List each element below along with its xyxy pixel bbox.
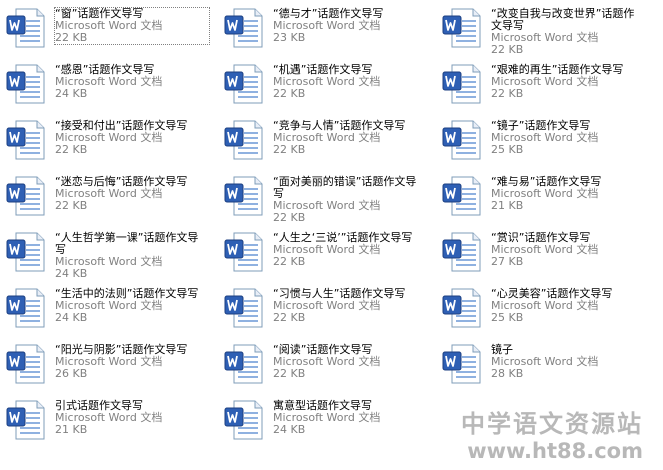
site-watermark: 中学语文资源站 www.ht88.com: [461, 410, 643, 462]
file-text: 寓意型话题作文导写 Microsoft Word 文档 24 KB: [273, 400, 427, 436]
file-text: “心灵美容”话题作文导写 Microsoft Word 文档 25 KB: [491, 288, 645, 324]
word-document-icon: [4, 230, 48, 274]
file-text: “人生哲学第一课”话题作文导写 Microsoft Word 文档 24 KB: [55, 232, 209, 280]
word-document-icon: [4, 174, 48, 218]
file-size: 21 KB: [491, 199, 524, 212]
file-size: 22 KB: [273, 367, 306, 380]
word-document-icon: [440, 62, 484, 106]
file-item[interactable]: “人生哲学第一课”话题作文导写 Microsoft Word 文档 24 KB: [0, 226, 212, 280]
file-item[interactable]: “人生之‘三说’”话题作文导写 Microsoft Word 文档 22 KB: [218, 226, 430, 276]
word-document-icon: [4, 286, 48, 330]
file-size: 23 KB: [273, 31, 306, 44]
word-document-icon: [222, 118, 266, 162]
file-size: 22 KB: [273, 311, 306, 324]
file-size: 28 KB: [491, 367, 524, 380]
file-size: 24 KB: [273, 423, 306, 436]
file-text: “阳光与阴影”话题作文导写 Microsoft Word 文档 26 KB: [55, 344, 209, 380]
word-document-icon: [222, 342, 266, 386]
word-document-icon: [222, 398, 266, 442]
word-document-icon: [222, 62, 266, 106]
file-item[interactable]: “感恩”话题作文导写 Microsoft Word 文档 24 KB: [0, 58, 212, 108]
file-text: “阅读”话题作文导写 Microsoft Word 文档 22 KB: [273, 344, 427, 380]
word-document-icon: [440, 6, 484, 50]
file-name: “改变自我与改变世界”话题作文导写: [491, 7, 635, 32]
file-text: “机遇”话题作文导写 Microsoft Word 文档 22 KB: [273, 64, 427, 100]
file-text: “感恩”话题作文导写 Microsoft Word 文档 24 KB: [55, 64, 209, 100]
file-item[interactable]: “镜子”话题作文导写 Microsoft Word 文档 25 KB: [436, 114, 648, 164]
file-size: 24 KB: [55, 87, 88, 100]
file-text: “生活中的法则”话题作文导写 Microsoft Word 文档 24 KB: [55, 288, 209, 324]
file-text: “赏识”话题作文导写 Microsoft Word 文档 27 KB: [491, 232, 645, 268]
file-item[interactable]: “改变自我与改变世界”话题作文导写 Microsoft Word 文档 22 K…: [436, 2, 648, 56]
file-text: “窗”话题作文导写 Microsoft Word 文档 22 KB: [54, 7, 210, 45]
watermark-url: www.ht88.com: [467, 439, 643, 463]
file-size: 27 KB: [491, 255, 524, 268]
file-text: 镜子 Microsoft Word 文档 28 KB: [491, 344, 645, 380]
file-item[interactable]: “窗”话题作文导写 Microsoft Word 文档 22 KB: [0, 2, 212, 52]
file-size: 22 KB: [491, 87, 524, 100]
file-text: “德与才”话题作文导写 Microsoft Word 文档 23 KB: [273, 8, 427, 44]
file-size: 25 KB: [491, 143, 524, 156]
word-document-icon: [440, 230, 484, 274]
file-browser-view: “窗”话题作文导写 Microsoft Word 文档 22 KB “德与才”话…: [0, 0, 663, 470]
file-size: 24 KB: [55, 267, 88, 280]
watermark-title: 中学语文资源站: [461, 410, 643, 438]
file-item[interactable]: “竞争与人情”话题作文导写 Microsoft Word 文档 22 KB: [218, 114, 430, 164]
file-item[interactable]: “难与易”话题作文导写 Microsoft Word 文档 21 KB: [436, 170, 648, 220]
file-item[interactable]: “心灵美容”话题作文导写 Microsoft Word 文档 25 KB: [436, 282, 648, 332]
word-document-icon: [440, 286, 484, 330]
file-item[interactable]: “生活中的法则”话题作文导写 Microsoft Word 文档 24 KB: [0, 282, 212, 332]
word-document-icon: [4, 6, 48, 50]
word-document-icon: [440, 342, 484, 386]
word-document-icon: [222, 174, 266, 218]
file-text: “镜子”话题作文导写 Microsoft Word 文档 25 KB: [491, 120, 645, 156]
file-item[interactable]: “迷恋与后悔”话题作文导写 Microsoft Word 文档 22 KB: [0, 170, 212, 220]
file-text: “竞争与人情”话题作文导写 Microsoft Word 文档 22 KB: [273, 120, 427, 156]
file-item[interactable]: “赏识”话题作文导写 Microsoft Word 文档 27 KB: [436, 226, 648, 276]
file-size: 25 KB: [491, 311, 524, 324]
file-size: 22 KB: [273, 255, 306, 268]
file-size: 22 KB: [55, 199, 88, 212]
file-text: “接受和付出”话题作文导写 Microsoft Word 文档 22 KB: [55, 120, 209, 156]
word-document-icon: [4, 62, 48, 106]
file-size: 22 KB: [273, 87, 306, 100]
word-document-icon: [4, 342, 48, 386]
file-item[interactable]: “机遇”话题作文导写 Microsoft Word 文档 22 KB: [218, 58, 430, 108]
file-item[interactable]: “阳光与阴影”话题作文导写 Microsoft Word 文档 26 KB: [0, 338, 212, 388]
word-document-icon: [4, 118, 48, 162]
file-size: 21 KB: [55, 423, 88, 436]
word-document-icon: [440, 174, 484, 218]
file-text: 引式话题作文导写 Microsoft Word 文档 21 KB: [55, 400, 209, 436]
file-item[interactable]: “艰难的再生”话题作文导写 Microsoft Word 文档 22 KB: [436, 58, 648, 108]
file-text: “人生之‘三说’”话题作文导写 Microsoft Word 文档 22 KB: [273, 232, 427, 268]
file-item[interactable]: “阅读”话题作文导写 Microsoft Word 文档 22 KB: [218, 338, 430, 388]
file-item[interactable]: 寓意型话题作文导写 Microsoft Word 文档 24 KB: [218, 394, 430, 444]
file-item[interactable]: “接受和付出”话题作文导写 Microsoft Word 文档 22 KB: [0, 114, 212, 164]
file-size: 22 KB: [55, 143, 88, 156]
file-name: “面对美丽的错误”话题作文导写: [273, 175, 417, 200]
file-item[interactable]: “德与才”话题作文导写 Microsoft Word 文档 23 KB: [218, 2, 430, 52]
word-document-icon: [440, 118, 484, 162]
word-document-icon: [222, 230, 266, 274]
file-text: “难与易”话题作文导写 Microsoft Word 文档 21 KB: [491, 176, 645, 212]
file-text: “艰难的再生”话题作文导写 Microsoft Word 文档 22 KB: [491, 64, 645, 100]
word-document-icon: [222, 286, 266, 330]
file-size: 22 KB: [491, 43, 524, 56]
file-item[interactable]: “面对美丽的错误”话题作文导写 Microsoft Word 文档 22 KB: [218, 170, 430, 224]
file-item[interactable]: 引式话题作文导写 Microsoft Word 文档 21 KB: [0, 394, 212, 444]
file-item[interactable]: “习惯与人生”话题作文导写 Microsoft Word 文档 22 KB: [218, 282, 430, 332]
file-text: “迷恋与后悔”话题作文导写 Microsoft Word 文档 22 KB: [55, 176, 209, 212]
file-name: “人生哲学第一课”话题作文导写: [55, 231, 199, 256]
file-size: 22 KB: [273, 143, 306, 156]
file-size: 24 KB: [55, 311, 88, 324]
file-item[interactable]: 镜子 Microsoft Word 文档 28 KB: [436, 338, 648, 388]
file-text: “习惯与人生”话题作文导写 Microsoft Word 文档 22 KB: [273, 288, 427, 324]
file-text: “面对美丽的错误”话题作文导写 Microsoft Word 文档 22 KB: [273, 176, 427, 224]
word-document-icon: [222, 6, 266, 50]
word-document-icon: [4, 398, 48, 442]
file-size: 22 KB: [273, 211, 306, 224]
file-text: “改变自我与改变世界”话题作文导写 Microsoft Word 文档 22 K…: [491, 8, 645, 56]
file-size: 22 KB: [55, 31, 88, 44]
file-size: 26 KB: [55, 367, 88, 380]
